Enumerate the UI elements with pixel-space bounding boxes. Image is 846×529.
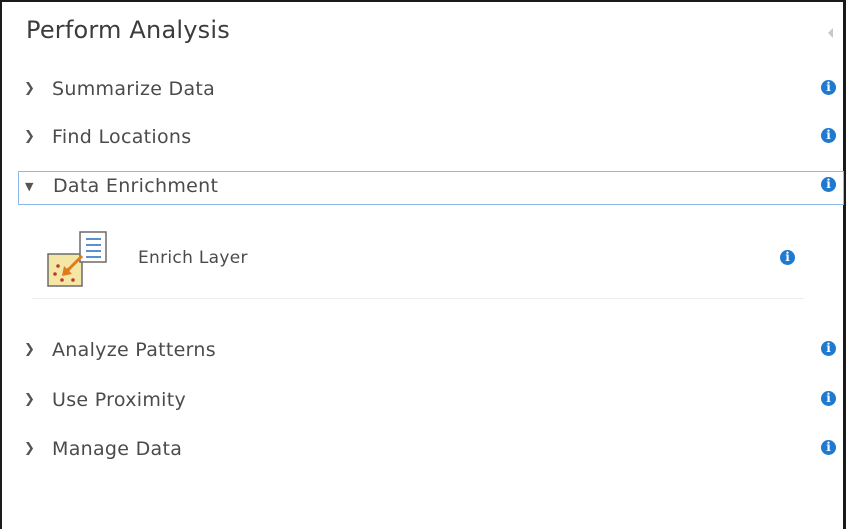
info-icon[interactable]: i <box>821 391 836 406</box>
tool-label: Enrich Layer <box>138 248 248 268</box>
category-label: Manage Data <box>52 438 183 460</box>
category-label: Analyze Patterns <box>52 339 216 361</box>
category-label: Summarize Data <box>52 78 216 100</box>
category-data-enrichment[interactable]: ▼ Data Enrichment i <box>18 171 844 205</box>
info-icon[interactable]: i <box>821 80 836 95</box>
category-summarize-data[interactable]: ❯ Summarize Data i <box>18 74 844 108</box>
collapse-left-icon[interactable] <box>828 28 833 38</box>
chevron-right-icon: ❯ <box>24 81 35 96</box>
info-icon[interactable]: i <box>821 341 836 356</box>
category-label: Find Locations <box>52 126 192 148</box>
info-icon[interactable]: i <box>780 250 795 265</box>
category-label: Data Enrichment <box>53 175 219 197</box>
category-use-proximity[interactable]: ❯ Use Proximity i <box>18 385 844 419</box>
info-icon[interactable]: i <box>821 128 836 143</box>
perform-analysis-panel: Perform Analysis ❯ Summarize Data i ❯ Fi… <box>0 0 846 529</box>
enrich-layer-icon <box>47 231 107 287</box>
tool-enrich-layer[interactable]: Enrich Layer i <box>32 224 804 299</box>
category-analyze-patterns[interactable]: ❯ Analyze Patterns i <box>18 335 844 369</box>
info-icon[interactable]: i <box>821 177 836 192</box>
category-label: Use Proximity <box>52 389 186 411</box>
chevron-right-icon: ❯ <box>24 441 35 456</box>
chevron-right-icon: ❯ <box>24 392 35 407</box>
chevron-right-icon: ❯ <box>24 129 35 144</box>
chevron-right-icon: ❯ <box>24 342 35 357</box>
category-find-locations[interactable]: ❯ Find Locations i <box>18 122 844 156</box>
info-icon[interactable]: i <box>821 440 836 455</box>
chevron-down-icon: ▼ <box>25 180 34 193</box>
panel-title: Perform Analysis <box>26 16 230 44</box>
category-manage-data[interactable]: ❯ Manage Data i <box>18 434 844 468</box>
